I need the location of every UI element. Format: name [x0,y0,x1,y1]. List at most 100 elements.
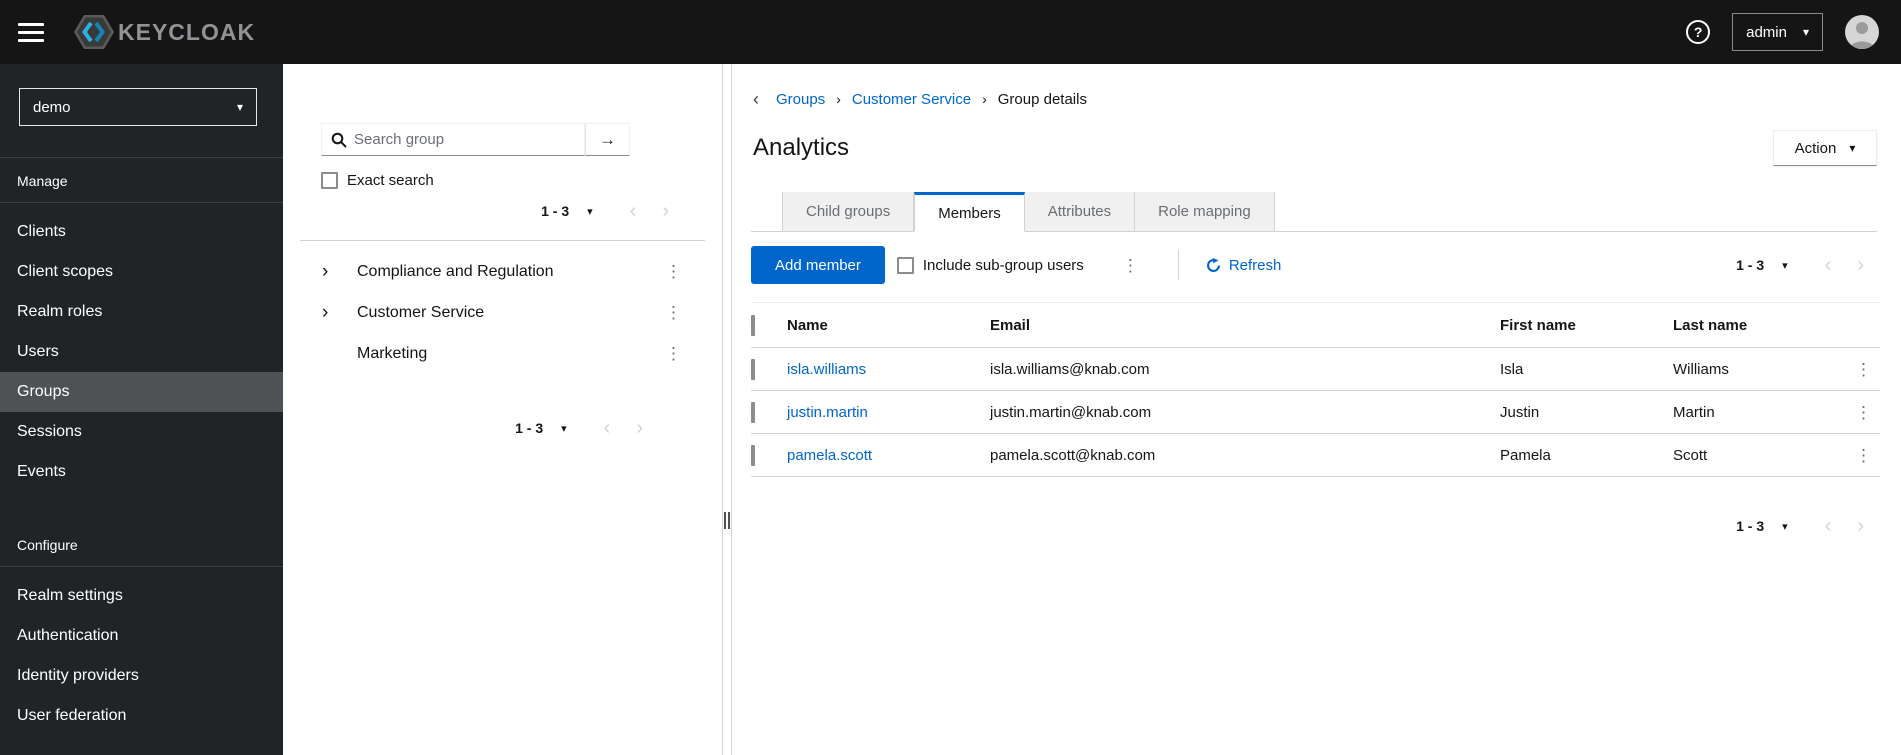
back-chevron-icon[interactable]: ‹ [751,90,765,108]
user-dropdown[interactable]: admin ▾ [1732,13,1823,51]
sidebar-item-realm-settings[interactable]: Realm settings [0,576,283,616]
exact-search-checkbox[interactable] [321,172,338,189]
group-tree-list: › Compliance and Regulation ⋮ › Customer… [283,241,722,374]
add-member-button[interactable]: Add member [751,246,885,284]
previous-page-button[interactable]: ‹ [1812,253,1845,277]
sidebar-item-users[interactable]: Users [0,332,283,372]
tab-role-mapping[interactable]: Role mapping [1135,192,1275,232]
pagination-per-page-toggle[interactable]: ▾ [577,201,603,222]
row-kebab-menu-icon[interactable]: ⋮ [1849,400,1878,425]
breadcrumb: ‹ Groups › Customer Service › Group deta… [751,90,1877,108]
sidebar-item-clients[interactable]: Clients [0,212,283,252]
main-content: ‹ Groups › Customer Service › Group deta… [732,64,1901,755]
expand-toggle-icon[interactable]: › [322,262,340,281]
next-page-button[interactable]: › [623,416,656,440]
previous-page-button[interactable]: ‹ [1812,514,1845,538]
search-submit-button[interactable]: → [585,123,630,156]
breadcrumb-customer-service-link[interactable]: Customer Service [852,91,971,108]
refresh-button[interactable]: Refresh [1206,257,1281,274]
kebab-menu-icon[interactable]: ⋮ [1116,253,1145,278]
sidebar-item-user-federation[interactable]: User federation [0,696,283,736]
brand-logo[interactable]: KEYCLOAK [74,14,255,50]
drag-handle-icon [724,512,730,529]
nav-toggle-hamburger-icon[interactable] [18,22,44,42]
realm-name: demo [33,98,71,116]
member-last-name: Williams [1673,347,1847,391]
select-all-checkbox[interactable] [751,314,755,336]
group-name[interactable]: Compliance and Regulation [357,263,554,281]
row-kebab-menu-icon[interactable]: ⋮ [1849,357,1878,382]
action-dropdown-button[interactable]: Action ▾ [1773,130,1877,166]
table-header-row: Name Email First name Last name [751,302,1880,348]
member-name-link[interactable]: justin.martin [787,404,868,421]
exact-search-label: Exact search [347,172,434,189]
sidebar-item-client-scopes[interactable]: Client scopes [0,252,283,292]
sidebar-item-sessions[interactable]: Sessions [0,412,283,452]
sidebar-item-identity-providers[interactable]: Identity providers [0,656,283,696]
masthead-right: ? admin ▾ [1686,13,1879,51]
refresh-icon [1206,257,1220,272]
tree-pagination-bottom: 1 - 3 ▾ ‹ › [283,416,722,440]
kebab-menu-icon[interactable]: ⋮ [659,300,688,325]
angle-left-icon: ‹ [603,417,611,439]
previous-page-button[interactable]: ‹ [617,199,650,223]
member-last-name: Scott [1673,433,1847,477]
table-row: isla.williams isla.williams@knab.com Isl… [751,347,1880,391]
breadcrumb-current: Group details [997,90,1087,108]
caret-down-icon: ▾ [1782,520,1788,533]
panel-resizer[interactable] [722,64,732,755]
sidebar-item-authentication[interactable]: Authentication [0,616,283,656]
person-icon [1850,22,1874,49]
angle-right-icon: › [662,200,669,222]
tree-item-compliance-and-regulation: › Compliance and Regulation ⋮ [283,251,722,292]
angle-left-icon: ‹ [629,200,637,222]
caret-down-icon: ▾ [561,422,567,435]
sidebar-item-events[interactable]: Events [0,452,283,492]
include-subgroup-users-label: Include sub-group users [922,256,1084,274]
group-name[interactable]: Marketing [357,345,427,363]
avatar[interactable] [1845,15,1879,49]
pagination-per-page-toggle[interactable]: ▾ [1772,255,1798,276]
pagination-range: 1 - 3 [515,420,544,436]
next-page-button[interactable]: › [1844,253,1877,277]
member-email: justin.martin@knab.com [990,390,1500,434]
column-header-last-name: Last name [1673,302,1847,348]
breadcrumb-groups-link[interactable]: Groups [776,91,825,108]
previous-page-button[interactable]: ‹ [591,416,624,440]
sidebar-item-realm-roles[interactable]: Realm roles [0,292,283,332]
divider [1177,250,1179,280]
angle-right-icon: › [1857,254,1864,276]
row-checkbox[interactable] [751,401,755,423]
realm-selector[interactable]: demo ▾ [19,88,257,126]
column-header-first-name: First name [1500,302,1673,348]
search-group-input[interactable] [354,131,575,148]
pagination-per-page-toggle[interactable]: ▾ [551,418,577,439]
body: demo ▾ Manage Clients Client scopes Real… [0,64,1901,755]
group-search-box [321,123,585,156]
row-checkbox[interactable] [751,444,755,466]
tab-members[interactable]: Members [914,192,1025,232]
caret-down-icon: ▾ [236,100,243,114]
sidebar-item-groups[interactable]: Groups [0,372,283,412]
expand-toggle-icon[interactable]: › [322,303,340,322]
search-icon [331,132,347,148]
row-checkbox[interactable] [751,358,755,380]
tree-pagination-top: 1 - 3 ▾ ‹ › [283,199,722,223]
member-first-name: Justin [1500,390,1673,434]
masthead: KEYCLOAK ? admin ▾ [0,0,1901,64]
help-icon[interactable]: ? [1686,20,1711,44]
next-page-button[interactable]: › [1844,514,1877,538]
tabs: Child groups Members Attributes Role map… [751,192,1877,232]
group-name[interactable]: Customer Service [357,304,484,322]
pagination-per-page-toggle[interactable]: ▾ [1772,516,1798,537]
member-name-link[interactable]: isla.williams [787,361,866,378]
kebab-menu-icon[interactable]: ⋮ [659,259,688,284]
member-name-link[interactable]: pamela.scott [787,447,872,464]
sidebar-section-configure: Configure [17,537,78,553]
tab-attributes[interactable]: Attributes [1024,192,1136,232]
include-subgroup-users-checkbox[interactable] [896,256,914,274]
next-page-button[interactable]: › [649,199,682,223]
tab-child-groups[interactable]: Child groups [782,192,915,232]
row-kebab-menu-icon[interactable]: ⋮ [1849,443,1878,468]
kebab-menu-icon[interactable]: ⋮ [659,341,688,366]
